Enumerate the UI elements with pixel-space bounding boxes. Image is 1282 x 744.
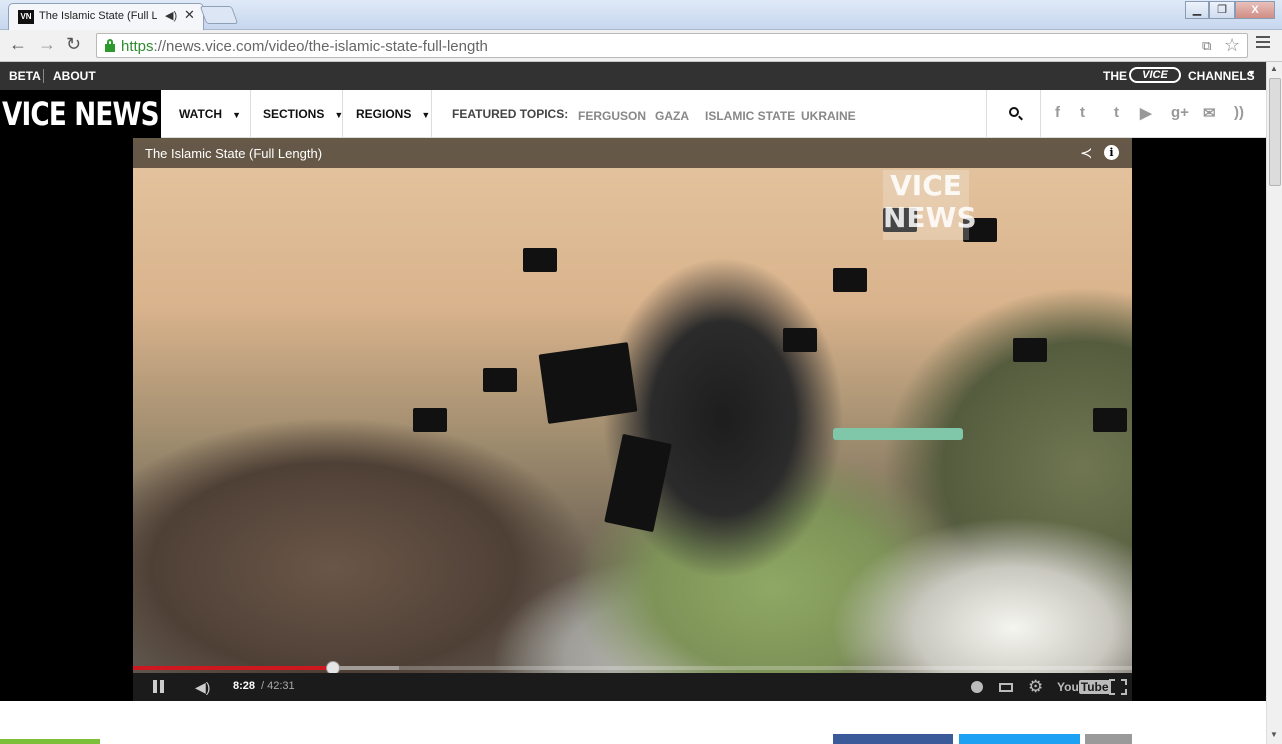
beta-link[interactable]: BETA — [9, 69, 41, 83]
flag-shape — [783, 328, 817, 352]
flag-shape — [833, 268, 867, 292]
topic-link-ferguson[interactable]: FERGUSON — [578, 109, 646, 123]
back-button[interactable]: ← — [9, 34, 27, 55]
flag-shape — [413, 408, 447, 432]
video-title[interactable]: The Islamic State (Full Length) — [145, 146, 322, 161]
nav-sections[interactable]: SECTIONS ▼ — [251, 90, 343, 138]
fullscreen-icon[interactable] — [1109, 679, 1127, 695]
youtube-you: You — [1057, 680, 1079, 694]
browser-titlebar: VN The Islamic State (Full Length) ◀) ✕ … — [0, 0, 1282, 30]
watermark-line: NEWS — [883, 201, 977, 234]
flag-shape — [523, 248, 557, 272]
scroll-down-icon[interactable]: ▼ — [1270, 730, 1278, 739]
chevron-down-icon: ▼ — [232, 110, 242, 120]
bookmark-star-icon[interactable]: ☆ — [1224, 35, 1240, 56]
chevron-down-icon: ▼ — [334, 110, 344, 120]
divider — [43, 69, 44, 83]
facebook-share-button[interactable] — [833, 734, 953, 744]
nav-regions[interactable]: REGIONS ▼ — [343, 90, 432, 138]
new-tab-button[interactable] — [199, 6, 239, 24]
progress-bar[interactable] — [133, 661, 1132, 675]
tab-title: The Islamic State (Full Length) — [39, 10, 157, 22]
topic-link-islamic-state[interactable]: ISLAMIC STATE — [705, 109, 795, 123]
green-accent-bar — [0, 739, 100, 744]
share-icon[interactable]: ≺ — [1080, 144, 1093, 162]
vice-logo[interactable]: VICE — [1129, 67, 1181, 83]
video-frame[interactable] — [133, 138, 1132, 701]
video-controls: ◀) 8:28 / 42:31 ⚙ You Tube — [133, 673, 1132, 701]
lock-icon — [105, 39, 115, 52]
site-nav: VICE NEWS WATCH ▼ SECTIONS ▼ REGIONS ▼ FEAT… — [0, 90, 1266, 138]
chevron-down-icon: ▼ — [421, 110, 431, 120]
about-link[interactable]: ABOUT — [53, 69, 96, 83]
pause-icon[interactable] — [153, 680, 165, 693]
youtube-tube: Tube — [1078, 680, 1111, 694]
flag-shape — [538, 342, 638, 424]
rss-icon[interactable]: )) — [1234, 104, 1244, 121]
twitter-icon[interactable]: t — [1080, 104, 1085, 121]
url-scheme: https — [121, 38, 154, 55]
video-player-area: VICE NEWS The Islamic State (Full Length… — [0, 138, 1266, 701]
site-topbar: BETA ABOUT THE VICE CHANNELS ▼ — [0, 62, 1266, 90]
url-rest: ://news.vice.com/video/the-islamic-state… — [153, 38, 488, 55]
info-icon[interactable]: i — [1104, 145, 1119, 160]
twitter-share-button[interactable] — [959, 734, 1080, 744]
window-maximize-button[interactable]: ❐ — [1209, 1, 1235, 19]
vice-news-watermark: VICE NEWS — [883, 169, 977, 240]
nav-watch-label: WATCH — [179, 107, 223, 121]
time-total: / 42:31 — [261, 680, 295, 692]
nav-regions-label: REGIONS — [356, 107, 412, 121]
page-below-video — [0, 701, 1266, 744]
flag-shape — [604, 433, 672, 533]
reload-button[interactable]: ↻ — [66, 34, 81, 55]
topic-link-gaza[interactable]: GAZA — [655, 109, 689, 123]
youtube-icon[interactable]: ▶ — [1140, 104, 1152, 122]
search-button[interactable] — [986, 90, 1041, 138]
nav-sections-label: SECTIONS — [263, 107, 325, 121]
flag-shape — [1013, 338, 1047, 362]
vice-news-logo-block[interactable]: VICE NEWS — [0, 90, 161, 138]
window-close-button[interactable]: X — [1235, 1, 1275, 19]
video-titlebar: The Islamic State (Full Length) ≺ i — [133, 138, 1132, 168]
scrollbar-thumb[interactable] — [1269, 78, 1281, 186]
settings-gear-icon[interactable]: ⚙ — [1028, 677, 1043, 697]
address-bar[interactable]: https://news.vice.com/video/the-islamic-… — [96, 33, 1248, 58]
nav-watch[interactable]: WATCH ▼ — [162, 90, 251, 138]
featured-topics-label: FEATURED TOPICS: — [452, 107, 569, 121]
captions-icon[interactable] — [999, 683, 1013, 692]
forward-button[interactable]: → — [38, 34, 56, 55]
facebook-icon[interactable]: f — [1055, 104, 1060, 121]
tumblr-icon[interactable]: t — [1114, 104, 1119, 121]
scroll-up-icon[interactable]: ▲ — [1270, 64, 1278, 73]
browser-menu-icon[interactable] — [1256, 36, 1270, 51]
speaker-icon[interactable]: ◀) — [165, 9, 177, 22]
email-icon[interactable]: ✉ — [1203, 104, 1216, 122]
browser-tab[interactable]: VN The Islamic State (Full Length) ◀) ✕ — [8, 3, 204, 30]
flag-shape — [483, 368, 517, 392]
watch-later-icon[interactable] — [971, 681, 983, 693]
more-share-button[interactable] — [1085, 734, 1132, 744]
browser-toolbar: ← → ↻ https://news.vice.com/video/the-is… — [0, 30, 1282, 62]
page-scrollbar[interactable]: ▲ ▼ — [1266, 62, 1282, 744]
channels-dropdown[interactable]: CHANNELS — [1188, 69, 1255, 83]
translate-icon[interactable]: ⧉ — [1202, 38, 1211, 54]
vehicle-light-bar — [833, 428, 963, 440]
topic-link-ukraine[interactable]: UKRAINE — [801, 109, 856, 123]
vice-news-logo: VICE NEWS — [0, 90, 161, 138]
youtube-logo[interactable]: You Tube — [1057, 680, 1111, 694]
vice-news-favicon-icon: VN — [18, 10, 34, 24]
window-minimize-button[interactable]: ▁ — [1185, 1, 1209, 19]
google-plus-icon[interactable]: g+ — [1171, 104, 1189, 121]
chevron-down-icon: ▼ — [1247, 68, 1256, 78]
watermark-line: VICE — [890, 169, 962, 202]
the-label: THE — [1103, 69, 1127, 83]
url-text[interactable]: https://news.vice.com/video/the-islamic-… — [121, 38, 488, 55]
progress-played — [133, 666, 333, 670]
time-current: 8:28 — [233, 680, 256, 692]
flag-shape — [1093, 408, 1127, 432]
volume-icon[interactable]: ◀) — [195, 679, 210, 696]
tab-close-icon[interactable]: ✕ — [184, 7, 195, 23]
